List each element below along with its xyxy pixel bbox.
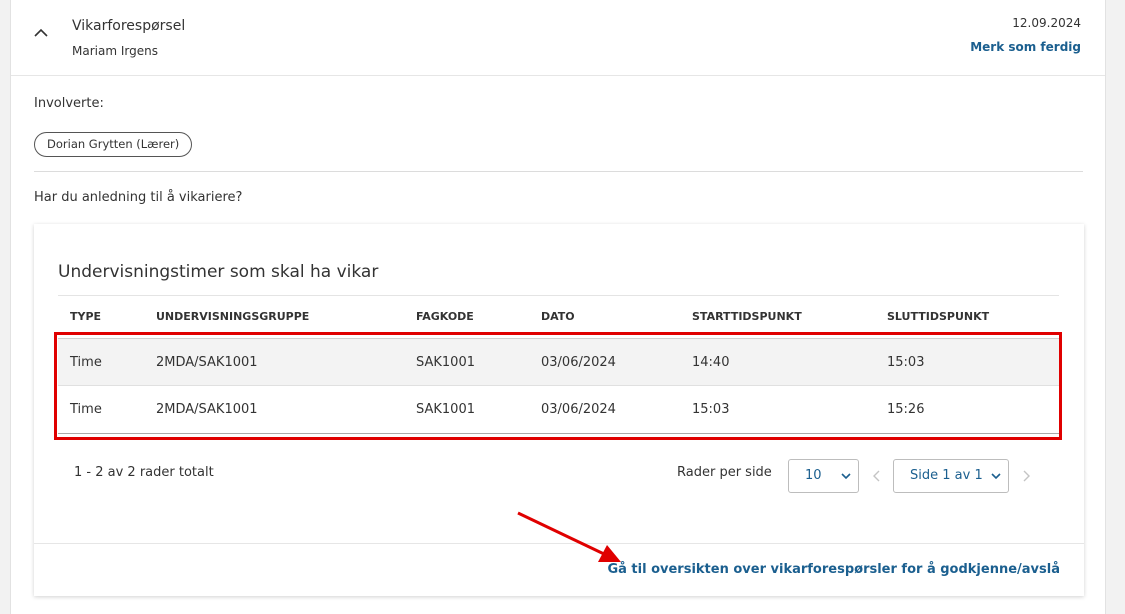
cell-start-time: 15:03 (692, 402, 730, 417)
next-page-icon[interactable] (1021, 469, 1031, 483)
request-date: 12.09.2024 (1012, 16, 1081, 30)
card-header: Vikarforespørsel Mariam Irgens 12.09.202… (11, 0, 1105, 76)
rows-per-page-value: 10 (805, 468, 822, 483)
mark-done-link[interactable]: Merk som ferdig (970, 40, 1081, 54)
cell-subject-code: SAK1001 (416, 402, 475, 417)
prev-page-icon[interactable] (872, 469, 882, 483)
cell-date: 03/06/2024 (541, 355, 616, 370)
requester-name: Mariam Irgens (72, 44, 158, 58)
rows-per-page-select[interactable]: 10 (788, 459, 859, 493)
lessons-title: Undervisningstimer som skal ha vikar (58, 262, 379, 282)
rows-per-page-label: Rader per side (677, 465, 772, 480)
table-row[interactable]: Time 2MDA/SAK1001 SAK1001 03/06/2024 14:… (58, 338, 1059, 386)
table-header-divider (58, 295, 1059, 296)
footer-divider (34, 543, 1084, 544)
involved-label: Involverte: (34, 96, 104, 111)
cell-end-time: 15:26 (887, 402, 925, 417)
request-card: Vikarforespørsel Mariam Irgens 12.09.202… (10, 0, 1106, 614)
cell-type: Time (70, 402, 102, 417)
page-value: Side 1 av 1 (910, 468, 983, 483)
chevron-down-icon (991, 473, 1001, 480)
cell-group: 2MDA/SAK1001 (156, 355, 258, 370)
lessons-panel: Undervisningstimer som skal ha vikar TYP… (34, 224, 1084, 596)
col-subject-code[interactable]: FAGKODE (416, 310, 474, 323)
involved-chip: Dorian Grytten (Lærer) (34, 132, 193, 157)
cell-type: Time (70, 355, 102, 370)
col-start-time[interactable]: STARTTIDSPUNKT (692, 310, 802, 323)
cell-group: 2MDA/SAK1001 (156, 402, 258, 417)
divider (34, 171, 1083, 172)
col-type[interactable]: TYPE (70, 310, 101, 323)
cell-date: 03/06/2024 (541, 402, 616, 417)
col-end-time[interactable]: SLUTTIDSPUNKT (887, 310, 989, 323)
cell-subject-code: SAK1001 (416, 355, 475, 370)
overview-link[interactable]: Gå til oversikten over vikarforespørsler… (607, 562, 1060, 577)
cell-end-time: 15:03 (887, 355, 925, 370)
table-row[interactable]: Time 2MDA/SAK1001 SAK1001 03/06/2024 15:… (58, 386, 1059, 434)
rows-total: 1 - 2 av 2 rader totalt (74, 465, 214, 480)
chevron-up-icon[interactable] (33, 25, 49, 41)
page-select[interactable]: Side 1 av 1 (893, 459, 1009, 493)
col-group[interactable]: UNDERVISNINGSGRUPPE (156, 310, 309, 323)
substitute-question: Har du anledning til å vikariere? (34, 190, 243, 205)
chevron-down-icon (841, 473, 851, 480)
request-title: Vikarforespørsel (72, 18, 186, 34)
col-date[interactable]: DATO (541, 310, 575, 323)
cell-start-time: 14:40 (692, 355, 730, 370)
